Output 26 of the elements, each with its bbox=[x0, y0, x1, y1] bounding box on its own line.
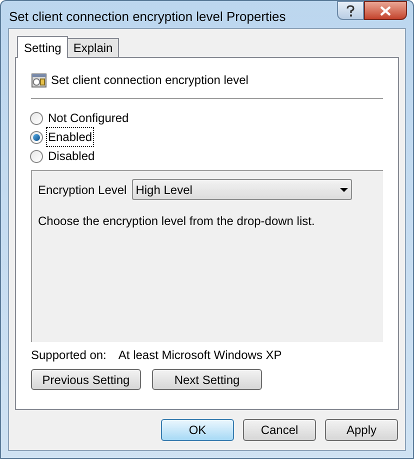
tab[interactable]: Explain bbox=[68, 38, 119, 57]
close-button[interactable] bbox=[364, 1, 407, 20]
dialog-button[interactable]: Cancel bbox=[243, 419, 316, 441]
nav-button[interactable]: Previous Setting bbox=[31, 369, 141, 390]
dialog-button[interactable]: OK bbox=[161, 419, 234, 441]
radio-button[interactable] bbox=[30, 150, 43, 162]
description: Choose the encryption level from the drop-down list. bbox=[38, 213, 316, 230]
radio-button[interactable] bbox=[30, 130, 43, 144]
radio-option[interactable]: Disabled bbox=[30, 148, 96, 164]
radio-button[interactable] bbox=[30, 112, 43, 124]
radio-option[interactable]: Not Configured bbox=[30, 110, 130, 126]
close-icon bbox=[380, 6, 391, 16]
help-button[interactable] bbox=[337, 1, 364, 20]
radio-option[interactable]: Enabled bbox=[30, 129, 94, 145]
dialog-button[interactable]: Apply bbox=[325, 419, 398, 441]
policy-icon bbox=[31, 72, 47, 88]
help-icon bbox=[346, 4, 355, 16]
field-label: Encryption Level bbox=[38, 182, 127, 198]
tab[interactable]: Setting bbox=[17, 36, 68, 58]
supported-label: Supported on: bbox=[31, 347, 106, 364]
caret-icon bbox=[340, 188, 348, 192]
nav-button[interactable]: Next Setting bbox=[152, 369, 262, 390]
supported-value: At least Microsoft Windows XP bbox=[118, 347, 282, 364]
window-title: Set client connection encryption level Properties bbox=[9, 8, 286, 26]
policy-name: Set client connection encryption level bbox=[51, 72, 248, 89]
dropdown[interactable]: High Level bbox=[132, 179, 352, 200]
